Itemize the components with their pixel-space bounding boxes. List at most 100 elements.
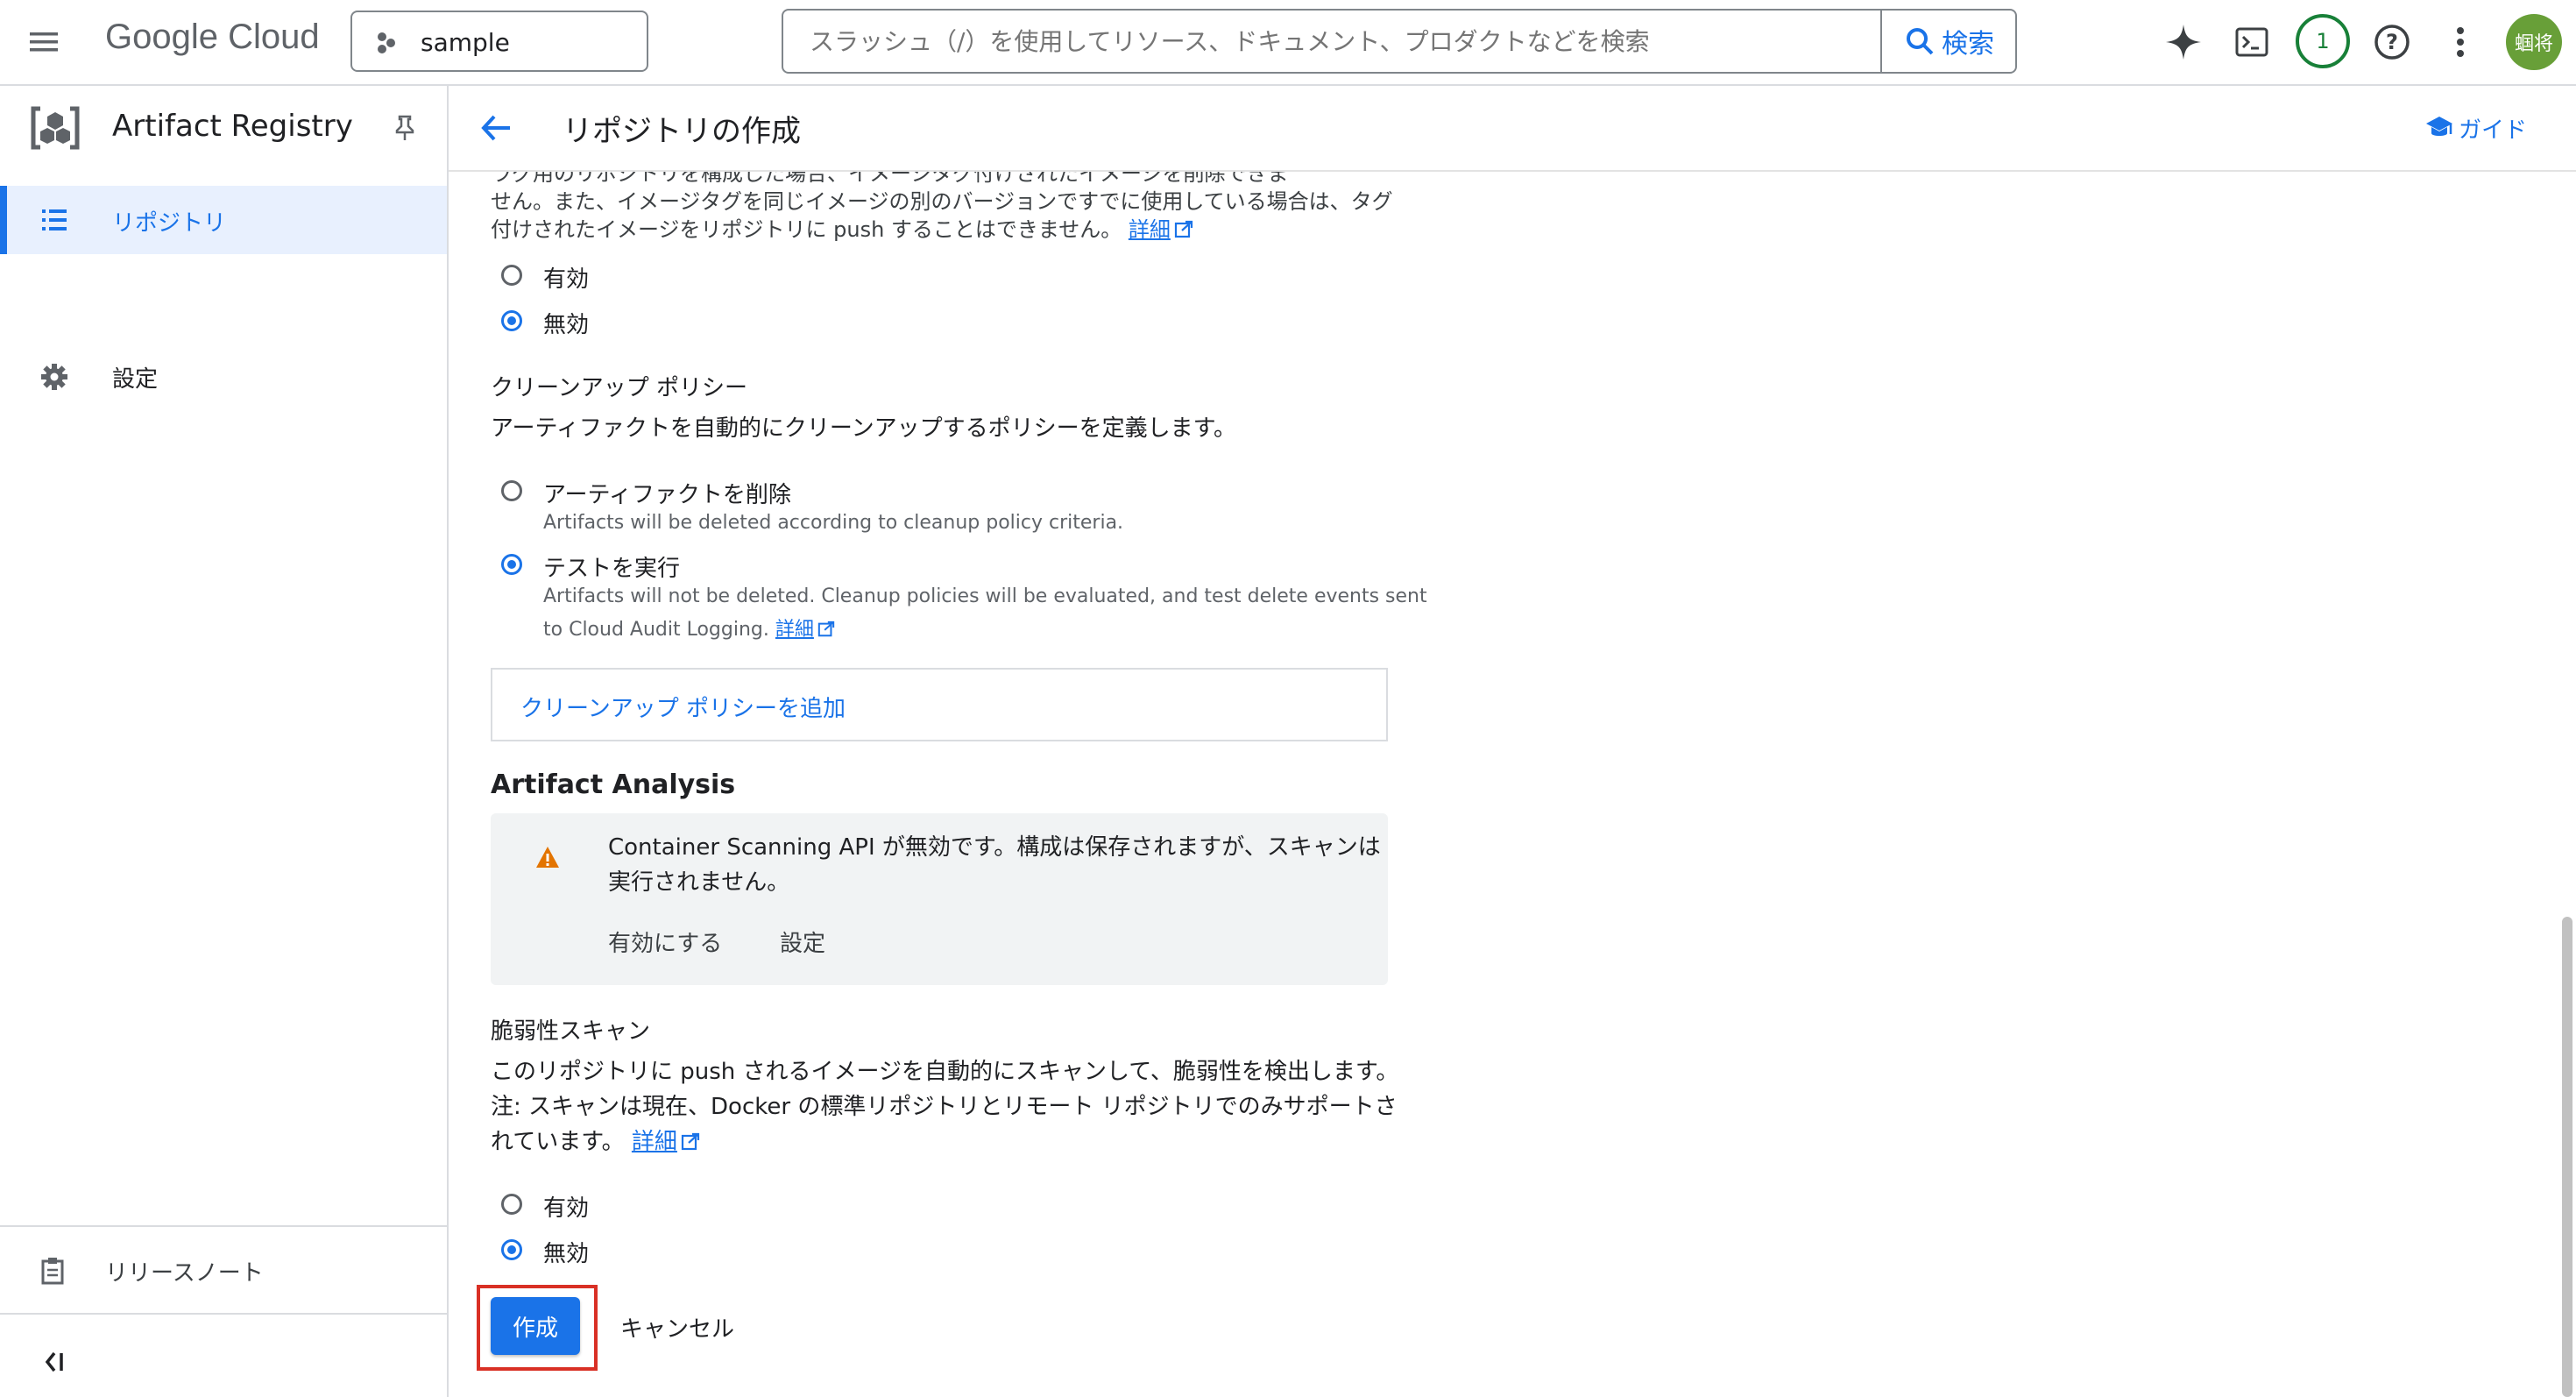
- option-help-text: to Cloud Audit Logging.: [543, 619, 769, 641]
- guide-label: ガイド: [2459, 117, 2528, 144]
- page-header: リポジトリの作成 ガイド: [449, 86, 2576, 172]
- warning-text: Container Scanning API が無効です。構成は保存されますが、…: [608, 834, 1381, 861]
- cleanup-policy-description: アーティファクトを自動的にクリーンアップするポリシーを定義します。: [491, 415, 1236, 442]
- learn-more-link[interactable]: 詳細: [1129, 217, 1171, 242]
- vuln-enabled-option[interactable]: 有効: [491, 1188, 754, 1222]
- option-help: to Cloud Audit Logging. 詳細: [543, 613, 835, 642]
- option-label: 有効: [543, 266, 590, 293]
- add-cleanup-policy-button[interactable]: クリーンアップ ポリシーを追加: [491, 668, 1388, 741]
- cancel-button[interactable]: キャンセル: [620, 1311, 734, 1344]
- gemini-button[interactable]: [2162, 21, 2204, 63]
- scanning-api-warning: Container Scanning API が無効です。構成は保存されますが、…: [491, 813, 1388, 985]
- sparkle-icon: [2166, 25, 2201, 60]
- radio-button[interactable]: [501, 480, 522, 501]
- add-cleanup-policy-label: クリーンアップ ポリシーを追加: [520, 696, 846, 722]
- divider: [0, 1225, 447, 1227]
- open-in-new-icon: [681, 1132, 700, 1151]
- note-text: れています。: [491, 1129, 625, 1155]
- page-title: リポジトリの作成: [563, 114, 801, 149]
- sidebar-item-repositories[interactable]: リポジトリ: [0, 186, 447, 254]
- main-menu-button[interactable]: [26, 25, 61, 60]
- radio-button[interactable]: [501, 1239, 522, 1260]
- back-button[interactable]: [477, 109, 515, 147]
- notification-count: 1: [2316, 29, 2330, 53]
- school-icon: [2426, 117, 2452, 136]
- delete-artifacts-option[interactable]: アーティファクトを削除 Artifacts will be deleted ac…: [491, 475, 1367, 536]
- radio-button[interactable]: [501, 310, 522, 331]
- scrollbar-thumb[interactable]: [2562, 917, 2572, 1397]
- divider: [0, 1313, 447, 1315]
- radio-button[interactable]: [501, 265, 522, 286]
- avatar-text: 蝈将: [2514, 33, 2553, 55]
- learn-more-link[interactable]: 詳細: [775, 619, 814, 641]
- release-notes-icon: [41, 1258, 64, 1285]
- vulnerability-scanning-title: 脆弱性スキャン: [491, 1018, 651, 1045]
- cleanup-policy-title: クリーンアップ ポリシー: [491, 375, 747, 401]
- option-label: 無効: [543, 312, 590, 338]
- search-button-label: 検索: [1942, 29, 1994, 60]
- account-avatar[interactable]: 蝈将: [2506, 14, 2562, 70]
- pin-icon[interactable]: [393, 114, 417, 142]
- option-label: 有効: [543, 1195, 590, 1222]
- vulnerability-scanning-note: 注: スキャンは現在、Docker の標準リポジトリとリモート リポジトリでのみ…: [491, 1094, 1398, 1120]
- option-help: Artifacts will be deleted according to c…: [543, 512, 1124, 534]
- notifications-button[interactable]: 1: [2296, 14, 2350, 68]
- top-app-bar: Google Cloud sample 検索 1 ? 蝈将: [0, 0, 2576, 86]
- radio-button[interactable]: [501, 1194, 522, 1215]
- svg-text:?: ?: [2386, 30, 2398, 54]
- create-button-label: 作成: [512, 1315, 558, 1342]
- arrow-back-icon: [481, 115, 510, 141]
- open-in-new-icon: [817, 620, 835, 637]
- analysis-settings-button[interactable]: 設定: [780, 925, 825, 958]
- immutable-tags-description-line: せん。また、イメージタグを同じイメージの別のバージョンですでに使用している場合は…: [491, 189, 1393, 214]
- project-picker[interactable]: sample: [350, 11, 648, 72]
- sidebar-item-label: リポジトリ: [112, 210, 227, 237]
- product-header: Artifact Registry: [0, 86, 447, 170]
- guide-button[interactable]: ガイド: [2425, 112, 2527, 144]
- search-input[interactable]: [783, 11, 1879, 72]
- learn-more-label: 詳細: [631, 1129, 677, 1155]
- more-vert-icon: [2457, 27, 2464, 57]
- vulnerability-scanning-description: このリポジトリに push されるイメージを自動的にスキャンして、脆弱性を検出し…: [491, 1059, 1399, 1085]
- vuln-disabled-option[interactable]: 無効: [491, 1234, 754, 1267]
- collapse-left-icon: [45, 1351, 63, 1372]
- help-button[interactable]: ?: [2373, 23, 2411, 61]
- search-icon: [1907, 28, 1934, 55]
- dry-run-option[interactable]: テストを実行 Artifacts will not be deleted. Cl…: [491, 549, 1427, 645]
- collapse-nav-button[interactable]: [39, 1344, 74, 1379]
- artifact-analysis-title: Artifact Analysis: [491, 769, 736, 800]
- project-name: sample: [421, 28, 510, 57]
- warning-icon: [536, 847, 559, 868]
- brand-text: Google Cloud: [105, 18, 320, 56]
- description-text: 付けされたイメージをリポジトリに push することはできません。: [491, 217, 1122, 242]
- enable-api-button[interactable]: 有効にする: [608, 925, 722, 958]
- warning-text: 実行されません。: [608, 869, 790, 896]
- release-notes-label: リリースノート: [105, 1260, 264, 1287]
- more-options-button[interactable]: [2450, 23, 2471, 61]
- hamburger-menu-icon: [30, 32, 58, 52]
- option-label: アーティファクトを削除: [543, 482, 791, 508]
- option-label: 無効: [543, 1241, 590, 1267]
- release-notes-link[interactable]: リリースノート: [0, 1241, 447, 1299]
- product-name: Artifact Registry: [112, 109, 353, 144]
- immutable-tags-description-line: 付けされたイメージをリポジトリに push することはできません。 詳細: [491, 212, 1193, 243]
- sidebar-item-settings[interactable]: 設定: [0, 342, 447, 410]
- artifact-registry-logo-icon: [31, 106, 80, 150]
- left-nav: Artifact Registry リポジトリ 設定 リリースノート: [0, 86, 449, 1397]
- immutable-disabled-option[interactable]: 無効: [491, 305, 754, 338]
- search-button[interactable]: 検索: [1880, 11, 2015, 72]
- open-in-new-icon: [1174, 220, 1192, 238]
- learn-more-label: 詳細: [775, 619, 814, 641]
- option-help: Artifacts will not be deleted. Cleanup p…: [543, 585, 1427, 607]
- vulnerability-scanning-note: れています。 詳細: [491, 1124, 700, 1156]
- google-cloud-logo[interactable]: Google Cloud: [105, 18, 320, 67]
- create-button[interactable]: 作成: [491, 1297, 580, 1355]
- radio-button[interactable]: [501, 554, 522, 575]
- immutable-enabled-option[interactable]: 有効: [491, 259, 754, 293]
- cloud-shell-button[interactable]: [2234, 25, 2269, 60]
- scrollbar-track[interactable]: [2558, 172, 2576, 1397]
- active-indicator: [0, 186, 7, 254]
- sidebar-item-label: 設定: [112, 366, 159, 393]
- search-bar[interactable]: 検索: [782, 9, 2017, 74]
- learn-more-link[interactable]: 詳細: [632, 1129, 677, 1155]
